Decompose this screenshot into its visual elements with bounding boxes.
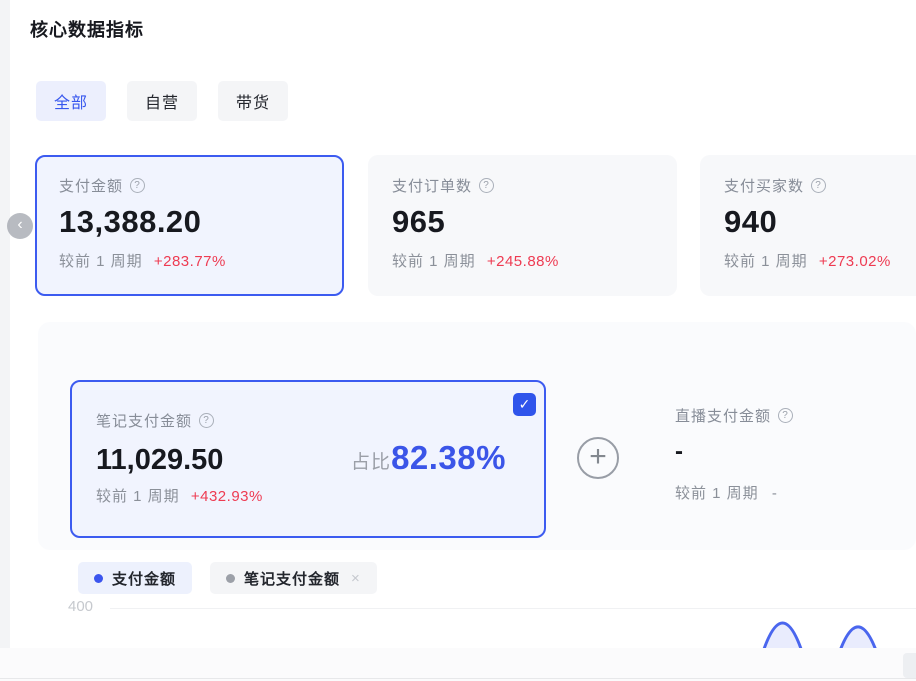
stat-card-payment-amount[interactable]: 支付金额 ? 13,388.20 较前 1 周期 +283.77%: [35, 155, 344, 296]
add-metric-button[interactable]: +: [577, 437, 619, 479]
share-wrap: 占比 82.38%: [351, 439, 506, 477]
stat-value: 940: [724, 204, 916, 240]
legend-dot-gray: [226, 574, 235, 583]
sub-card-note-payment[interactable]: ✓ 笔记支付金额 ? 11,029.50 占比 82.38% 较前 1 周期 +…: [70, 380, 546, 538]
note-value: 11,029.50: [96, 444, 223, 477]
question-icon[interactable]: ?: [811, 178, 826, 193]
chart-legend: 支付金额 笔记支付金额 ×: [78, 562, 377, 594]
live-value: -: [675, 438, 793, 466]
compare-label: 较前 1 周期: [675, 485, 759, 502]
question-icon[interactable]: ?: [199, 413, 214, 428]
tab-affiliate[interactable]: 带货: [218, 81, 288, 121]
sub-card-label: 笔记支付金额 ?: [96, 410, 520, 431]
chevron-left-icon: ‹: [17, 217, 22, 233]
stat-value: 13,388.20: [59, 204, 320, 240]
sub-card-compare: 较前 1 周期 -: [675, 482, 793, 503]
change-value: +273.02%: [819, 253, 891, 270]
stat-value: 965: [392, 204, 653, 240]
change-value: -: [772, 485, 778, 502]
sub-card-label-text: 直播支付金额: [675, 405, 771, 426]
compare-label: 较前 1 周期: [59, 253, 143, 270]
legend-chip-note-payment-amount[interactable]: 笔记支付金额 ×: [210, 562, 377, 594]
check-glyph: ✓: [519, 396, 531, 413]
tab-self-operated[interactable]: 自营: [127, 81, 197, 121]
legend-chip-payment-amount[interactable]: 支付金额: [78, 562, 192, 594]
stat-card-order-count[interactable]: 支付订单数 ? 965 较前 1 周期 +245.88%: [368, 155, 677, 296]
checkbox-checked-icon[interactable]: ✓: [513, 393, 536, 416]
carousel-prev-button[interactable]: ‹: [7, 213, 33, 239]
stat-card-label: 支付买家数 ?: [724, 175, 916, 196]
trend-line-chart[interactable]: [38, 600, 916, 648]
stat-compare: 较前 1 周期 +273.02%: [724, 250, 916, 271]
share-label: 占比: [351, 447, 391, 477]
sub-card-label-text: 笔记支付金额: [96, 410, 192, 431]
sub-card-live-payment[interactable]: 直播支付金额 ? - 较前 1 周期 -: [675, 405, 793, 503]
question-icon[interactable]: ?: [479, 178, 494, 193]
change-value: +283.77%: [154, 253, 226, 270]
floating-widget-edge[interactable]: [903, 653, 916, 678]
bottom-divider: [0, 678, 916, 679]
stat-compare: 较前 1 周期 +245.88%: [392, 250, 653, 271]
compare-label: 较前 1 周期: [96, 488, 180, 505]
question-icon[interactable]: ?: [778, 408, 793, 423]
note-value-row: 11,029.50 占比 82.38%: [96, 439, 520, 477]
page-title: 核心数据指标: [30, 16, 144, 42]
legend-dot-blue: [94, 574, 103, 583]
compare-label: 较前 1 周期: [724, 253, 808, 270]
sub-card-label: 直播支付金额 ?: [675, 405, 793, 426]
stat-card-label: 支付订单数 ?: [392, 175, 653, 196]
question-icon[interactable]: ?: [130, 178, 145, 193]
change-value: +432.93%: [191, 488, 263, 505]
legend-label: 笔记支付金额: [244, 568, 340, 589]
change-value: +245.88%: [487, 253, 559, 270]
plus-icon: +: [589, 442, 607, 472]
page-bottom-strip: [0, 648, 916, 681]
stat-label-text: 支付订单数: [392, 175, 472, 196]
close-icon[interactable]: ×: [351, 570, 361, 587]
share-value: 82.38%: [391, 439, 506, 477]
sub-card-compare: 较前 1 周期 +432.93%: [96, 485, 520, 506]
scope-tabs: 全部 自营 带货: [36, 81, 288, 121]
legend-label: 支付金额: [112, 568, 176, 589]
stat-label-text: 支付金额: [59, 175, 123, 196]
compare-label: 较前 1 周期: [392, 253, 476, 270]
stat-card-buyer-count[interactable]: 支付买家数 ? 940 较前 1 周期 +273.02%: [700, 155, 916, 296]
stat-card-label: 支付金额 ?: [59, 175, 320, 196]
stat-label-text: 支付买家数: [724, 175, 804, 196]
stat-compare: 较前 1 周期 +283.77%: [59, 250, 320, 271]
tab-all[interactable]: 全部: [36, 81, 106, 121]
